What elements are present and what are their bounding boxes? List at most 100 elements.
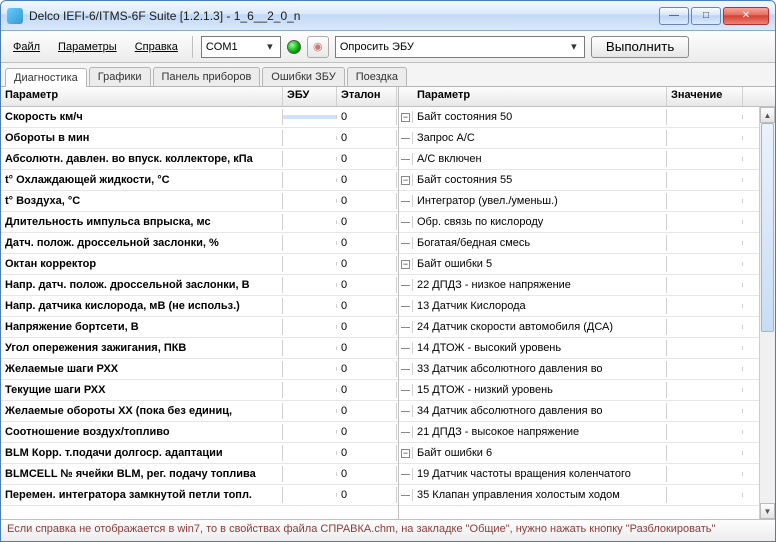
table-row[interactable]: Соотношение воздух/топливо 0: [1, 422, 398, 443]
cell-ecu: [283, 409, 337, 413]
col-header-param[interactable]: Параметр: [413, 87, 667, 106]
cell-value: [667, 367, 743, 371]
table-row[interactable]: Запрос A/C: [399, 128, 759, 149]
tab-diagnostics[interactable]: Диагностика: [5, 68, 87, 87]
table-row[interactable]: 35 Клапан управления холостым ходом: [399, 485, 759, 506]
scrollbar-vertical[interactable]: ▲ ▼: [759, 107, 775, 519]
cell-ecu: [283, 388, 337, 392]
cell-value: [667, 493, 743, 497]
table-row[interactable]: 34 Датчик абсолютного давления во: [399, 401, 759, 422]
scroll-down-button[interactable]: ▼: [760, 503, 775, 519]
col-header-etalon[interactable]: Эталон: [337, 87, 397, 106]
collapse-icon[interactable]: −: [399, 111, 413, 123]
table-row[interactable]: Напр. датчика кислорода, мВ (не использ.…: [1, 296, 398, 317]
scroll-thumb[interactable]: [761, 123, 774, 332]
cell-ecu: [283, 115, 337, 119]
table-row[interactable]: Богатая/бедная смесь: [399, 233, 759, 254]
table-row[interactable]: 24 Датчик скорости автомобиля (ДСА): [399, 317, 759, 338]
table-row[interactable]: Длительность импульса впрыска, мс0: [1, 212, 398, 233]
cell-ecu: [283, 199, 337, 203]
cell-value: [667, 220, 743, 224]
cell-param: t° Воздуха, °С: [1, 193, 283, 209]
chevron-down-icon: ▾: [566, 40, 582, 53]
table-row[interactable]: −Байт состояния 55: [399, 170, 759, 191]
maximize-button[interactable]: □: [691, 7, 721, 25]
collapse-icon[interactable]: −: [399, 447, 413, 459]
right-grid: Параметр Значение −Байт состояния 50 Запр…: [399, 87, 775, 519]
table-row[interactable]: t° Охлаждающей жидкости, °С0: [1, 170, 398, 191]
table-row[interactable]: Напр. датч. полож. дроссельной заслонки,…: [1, 275, 398, 296]
titlebar: Delco IEFI-6/ITMS-6F Suite [1.2.1.3] - 1…: [1, 1, 775, 31]
table-row[interactable]: Желаемые обороты ХХ (пока без единиц,0: [1, 401, 398, 422]
menubar: Файл Параметры Справка COM1 ▾ ◉ Опросить…: [1, 31, 775, 63]
table-row[interactable]: Текущие шаги РХХ0: [1, 380, 398, 401]
cell-param: t° Охлаждающей жидкости, °С: [1, 172, 283, 188]
tree-line-icon: [399, 195, 413, 207]
tab-dashboard[interactable]: Панель приборов: [153, 67, 261, 86]
tree-line-icon: [399, 405, 413, 417]
action-select[interactable]: Опросить ЭБУ ▾: [335, 36, 585, 58]
tab-graphs[interactable]: Графики: [89, 67, 151, 86]
cell-etalon: 0: [337, 424, 397, 440]
run-button[interactable]: Выполнить: [591, 36, 689, 58]
cell-param: Абсолютн. давлен. во впуск. коллекторе, …: [1, 151, 283, 167]
tree-line-icon: [399, 489, 413, 501]
table-row[interactable]: A/C включен: [399, 149, 759, 170]
cell-param: Богатая/бедная смесь: [413, 235, 667, 251]
tab-errors[interactable]: Ошибки ЗБУ: [262, 67, 344, 86]
table-row[interactable]: Обр. связь по кислороду: [399, 212, 759, 233]
cell-param: Соотношение воздух/топливо: [1, 424, 283, 440]
table-row[interactable]: t° Воздуха, °С0: [1, 191, 398, 212]
table-row[interactable]: 14 ДТОЖ - высокий уровень: [399, 338, 759, 359]
tab-trip[interactable]: Поездка: [347, 67, 407, 86]
cell-ecu: [283, 136, 337, 140]
cell-param: 13 Датчик Кислорода: [413, 298, 667, 314]
menu-params[interactable]: Параметры: [52, 38, 123, 56]
cell-param: Напр. датчика кислорода, мВ (не использ.…: [1, 298, 283, 314]
scroll-up-button[interactable]: ▲: [760, 107, 775, 123]
menu-help[interactable]: Справка: [129, 38, 184, 56]
cell-param: Обороты в мин: [1, 130, 283, 146]
table-row[interactable]: −Байт состояния 50: [399, 107, 759, 128]
table-row[interactable]: Перемен. интегратора замкнутой петли топ…: [1, 485, 398, 506]
table-row[interactable]: Напряжение бортсети, В0: [1, 317, 398, 338]
table-row[interactable]: Датч. полож. дроссельной заслонки, %0: [1, 233, 398, 254]
col-header-param[interactable]: Параметр: [1, 87, 283, 106]
cell-value: [667, 346, 743, 350]
col-header-value[interactable]: Значение: [667, 87, 743, 106]
table-row[interactable]: Скорость км/ч0: [1, 107, 398, 128]
table-row[interactable]: Интегратор (увел./уменьш.): [399, 191, 759, 212]
close-button[interactable]: ✕: [723, 7, 769, 25]
table-row[interactable]: 22 ДПДЗ - низкое напряжение: [399, 275, 759, 296]
cell-value: [667, 472, 743, 476]
table-row[interactable]: 19 Датчик частоты вращения коленчатого: [399, 464, 759, 485]
cell-ecu: [283, 451, 337, 455]
table-row[interactable]: 15 ДТОЖ - низкий уровень: [399, 380, 759, 401]
table-row[interactable]: 13 Датчик Кислорода: [399, 296, 759, 317]
table-row[interactable]: Обороты в мин0: [1, 128, 398, 149]
tool-button[interactable]: ◉: [307, 36, 329, 58]
minimize-button[interactable]: —: [659, 7, 689, 25]
cell-param: Датч. полож. дроссельной заслонки, %: [1, 235, 283, 251]
gear-icon: ◉: [313, 40, 323, 53]
cell-value: [667, 178, 743, 182]
table-row[interactable]: Октан корректор0: [1, 254, 398, 275]
collapse-icon[interactable]: −: [399, 258, 413, 270]
menu-file[interactable]: Файл: [7, 38, 46, 56]
table-row[interactable]: 33 Датчик абсолютного давления во: [399, 359, 759, 380]
table-row[interactable]: BLM Корр. т.подачи долгоср. адаптации0: [1, 443, 398, 464]
table-row[interactable]: −Байт ошибки 5: [399, 254, 759, 275]
table-row[interactable]: −Байт ошибки 6: [399, 443, 759, 464]
tree-line-icon: [399, 342, 413, 354]
table-row[interactable]: Желаемые шаги РХХ0: [1, 359, 398, 380]
scroll-track[interactable]: [760, 123, 775, 503]
table-row[interactable]: Абсолютн. давлен. во впуск. коллекторе, …: [1, 149, 398, 170]
table-row[interactable]: 21 ДПДЗ - высокое напряжение: [399, 422, 759, 443]
cell-param: Запрос A/C: [413, 130, 667, 146]
port-select[interactable]: COM1 ▾: [201, 36, 281, 58]
cell-param: Желаемые шаги РХХ: [1, 361, 283, 377]
table-row[interactable]: Угол опережения зажигания, ПКВ0: [1, 338, 398, 359]
collapse-icon[interactable]: −: [399, 174, 413, 186]
table-row[interactable]: BLMCELL № ячейки BLM, рег. подачу топлив…: [1, 464, 398, 485]
col-header-ecu[interactable]: ЭБУ: [283, 87, 337, 106]
